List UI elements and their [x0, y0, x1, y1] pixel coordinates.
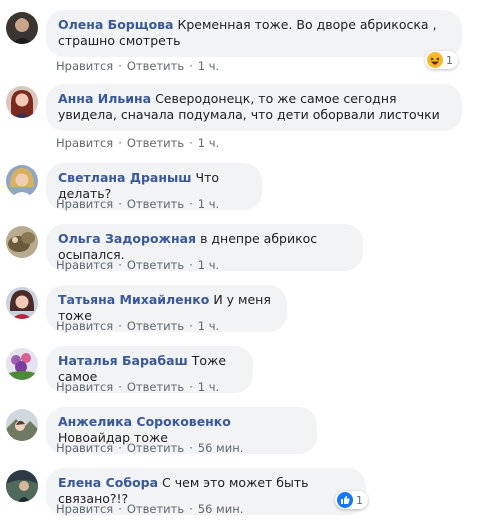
separator: ·	[189, 258, 193, 272]
separator: ·	[189, 59, 193, 73]
like-reaction-icon	[337, 492, 353, 508]
separator: ·	[118, 197, 122, 211]
separator: ·	[189, 197, 193, 211]
avatar[interactable]	[6, 226, 38, 258]
like-link[interactable]: Нравится	[56, 197, 113, 211]
separator: ·	[118, 136, 122, 150]
comment-bubble: Олена Борщова Кременная тоже. Во дворе а…	[46, 10, 462, 57]
separator: ·	[118, 59, 122, 73]
separator: ·	[189, 319, 193, 333]
comment-timestamp[interactable]: 56 мин.	[198, 441, 244, 455]
avatar[interactable]	[6, 165, 38, 197]
haha-reaction-icon	[427, 52, 443, 68]
reaction-count: 1	[356, 493, 363, 507]
comment-actions: Нравится · Ответить · 56 мин.	[56, 502, 243, 516]
separator: ·	[118, 441, 122, 455]
avatar[interactable]	[6, 409, 38, 441]
comment-author[interactable]: Светлана Драныш	[58, 170, 192, 185]
comment-timestamp[interactable]: 1 ч.	[198, 380, 219, 394]
comment-author[interactable]: Анжелика Сороковенко	[58, 414, 231, 429]
like-link[interactable]: Нравится	[56, 136, 113, 150]
separator: ·	[189, 380, 193, 394]
like-link[interactable]: Нравится	[56, 59, 113, 73]
comment-actions: Нравится · Ответить · 1 ч.	[56, 197, 219, 211]
comment-author[interactable]: Наталья Барабаш	[58, 353, 188, 368]
separator: ·	[118, 319, 122, 333]
reply-link[interactable]: Ответить	[127, 59, 184, 73]
comment-bubble: Анна Ильина Северодонецк, то же самое се…	[46, 84, 462, 131]
comment-author[interactable]: Анна Ильина	[58, 91, 151, 106]
comment-list: Олена Борщова Кременная тоже. Во дворе а…	[0, 0, 492, 525]
reply-link[interactable]: Ответить	[127, 136, 184, 150]
comment-actions: Нравится · Ответить · 56 мин.	[56, 441, 243, 455]
comment-author[interactable]: Татьяна Михайленко	[58, 292, 209, 307]
separator: ·	[189, 502, 193, 516]
avatar[interactable]	[6, 12, 38, 44]
comment-timestamp[interactable]: 56 мин.	[198, 502, 244, 516]
avatar[interactable]	[6, 86, 38, 118]
separator: ·	[118, 258, 122, 272]
comment-actions: Нравится · Ответить · 1 ч.	[56, 258, 219, 272]
comment-actions: Нравится · Ответить · 1 ч.	[56, 380, 219, 394]
like-link[interactable]: Нравится	[56, 502, 113, 516]
avatar[interactable]	[6, 470, 38, 502]
comment-timestamp[interactable]: 1 ч.	[198, 197, 219, 211]
comment-author[interactable]: Елена Собора	[58, 475, 158, 490]
separator: ·	[189, 136, 193, 150]
like-link[interactable]: Нравится	[56, 441, 113, 455]
comment-timestamp[interactable]: 1 ч.	[198, 59, 219, 73]
like-link[interactable]: Нравится	[56, 319, 113, 333]
reaction-count: 1	[446, 53, 453, 67]
reply-link[interactable]: Ответить	[127, 197, 184, 211]
like-link[interactable]: Нравится	[56, 258, 113, 272]
reaction-badge[interactable]: 1	[425, 51, 458, 69]
reply-link[interactable]: Ответить	[127, 258, 184, 272]
comment-timestamp[interactable]: 1 ч.	[198, 258, 219, 272]
separator: ·	[118, 380, 122, 394]
avatar[interactable]	[6, 348, 38, 380]
comment-timestamp[interactable]: 1 ч.	[198, 136, 219, 150]
reply-link[interactable]: Ответить	[127, 380, 184, 394]
reply-link[interactable]: Ответить	[127, 441, 184, 455]
separator: ·	[189, 441, 193, 455]
reply-link[interactable]: Ответить	[127, 502, 184, 516]
like-link[interactable]: Нравится	[56, 380, 113, 394]
reaction-badge[interactable]: 1	[335, 491, 368, 509]
separator: ·	[118, 502, 122, 516]
comment-actions: Нравится · Ответить · 1 ч.	[56, 319, 219, 333]
comment-author[interactable]: Ольга Задорожная	[58, 231, 196, 246]
comment-timestamp[interactable]: 1 ч.	[198, 319, 219, 333]
reply-link[interactable]: Ответить	[127, 319, 184, 333]
comment-actions: Нравится · Ответить · 1 ч.	[56, 59, 219, 73]
comment-actions: Нравится · Ответить · 1 ч.	[56, 136, 219, 150]
comment-author[interactable]: Олена Борщова	[58, 17, 174, 32]
avatar[interactable]	[6, 287, 38, 319]
